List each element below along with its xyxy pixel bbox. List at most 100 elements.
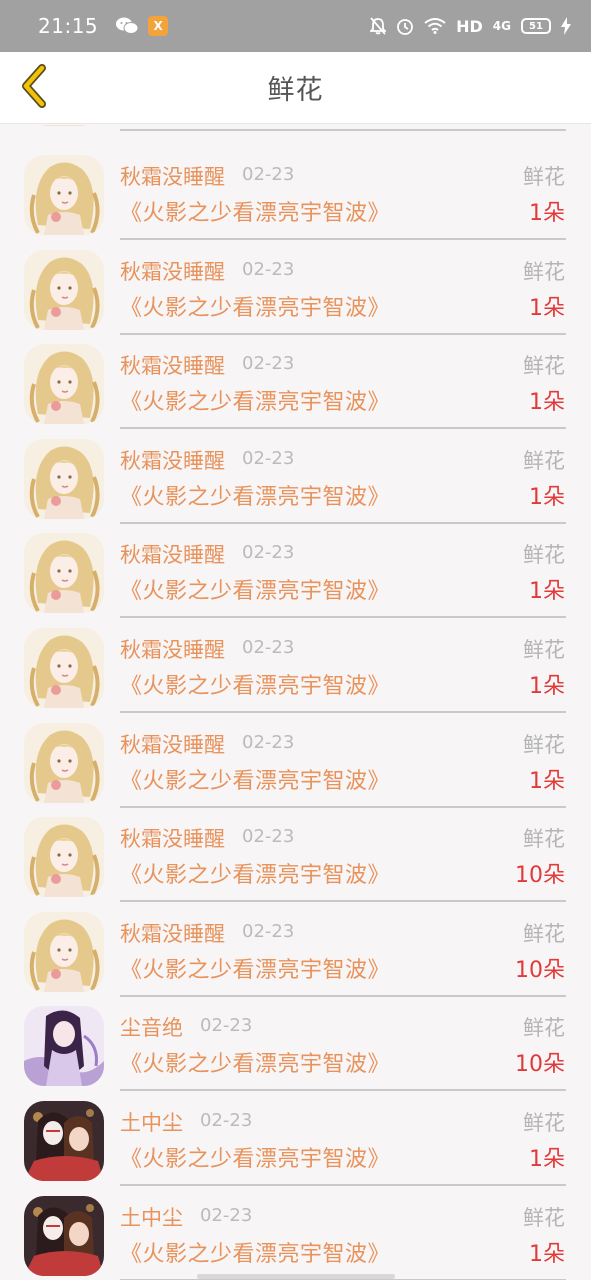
gift-count: 10朵	[515, 957, 565, 983]
record-date: 02-23	[242, 164, 295, 185]
blonde-girl-avatar[interactable]	[24, 722, 104, 803]
list-item[interactable]: 土中尘 02-23 《火影之少看漂亮宇智波》 鲜花 1朵	[0, 1091, 591, 1186]
gift-count: 1朵	[529, 674, 565, 699]
book-title[interactable]: 《火影之少看漂亮宇智波》	[120, 1046, 390, 1078]
row-divider	[120, 129, 566, 131]
flower-record-list[interactable]: 秋霜没睡醒 02-23 《火影之少看漂亮宇智波》 鲜花 1朵 秋霜没睡醒 02-23 《火影之…	[0, 125, 591, 1280]
gift-type-label: 鲜花	[523, 1205, 565, 1230]
list-item[interactable]: 秋霜没睡醒 02-23 《火影之少看漂亮宇智波》 鲜花 1朵	[0, 334, 591, 430]
book-title[interactable]: 《火影之少看漂亮宇智波》	[120, 195, 390, 227]
record-date: 02-23	[242, 353, 295, 375]
gift-count: 1朵	[529, 579, 565, 605]
gift-count: 1朵	[529, 201, 565, 226]
book-title[interactable]: 《火影之少看漂亮宇智波》	[120, 857, 390, 889]
charging-icon	[561, 17, 571, 35]
gift-type-label: 鲜花	[523, 732, 565, 757]
blonde-girl-avatar[interactable]	[24, 344, 104, 425]
book-title[interactable]: 《火影之少看漂亮宇智波》	[120, 668, 390, 700]
masked-couple-avatar[interactable]	[24, 1195, 104, 1276]
gift-type-label: 鲜花	[523, 1016, 565, 1041]
gift-type-label: 鲜花	[523, 354, 565, 379]
list-item[interactable]: 秋霜没睡醒 02-23 《火影之少看漂亮宇智波》 鲜花 1朵	[0, 145, 591, 240]
blonde-girl-avatar[interactable]	[24, 155, 104, 235]
back-button[interactable]	[12, 64, 56, 112]
status-bar: 21:15 X HD 4G 51	[0, 0, 591, 52]
purple-girl-avatar[interactable]	[24, 1006, 104, 1087]
record-date: 02-23	[200, 1110, 253, 1131]
masked-couple-avatar[interactable]	[24, 1101, 104, 1181]
list-item[interactable]: 秋霜没睡醒 02-23 《火影之少看漂亮宇智波》 鲜花 1朵	[0, 523, 591, 619]
page-title: 鲜花	[267, 75, 324, 106]
gift-count: 10朵	[515, 1052, 565, 1078]
list-item[interactable]: 秋霜没睡醒 02-23 《火影之少看漂亮宇智波》 鲜花 1朵	[0, 240, 591, 335]
gift-count: 1朵	[529, 1147, 565, 1172]
sender-name[interactable]: 秋霜没睡醒	[120, 918, 225, 948]
blonde-girl-avatar[interactable]	[24, 249, 104, 330]
record-date: 02-23	[242, 447, 295, 469]
list-item[interactable]: 秋霜没睡醒 02-23 《火影之少看漂亮宇智波》 鲜花 1朵	[0, 618, 591, 713]
book-title[interactable]: 《火影之少看漂亮宇智波》	[120, 952, 390, 984]
gift-type-label: 鲜花	[523, 165, 565, 189]
blonde-girl-avatar[interactable]	[24, 911, 104, 992]
sender-name[interactable]: 尘音绝	[120, 1012, 183, 1042]
bell-muted-icon	[370, 17, 387, 35]
sender-name[interactable]: 秋霜没睡醒	[120, 445, 225, 475]
sender-name[interactable]: 秋霜没睡醒	[120, 634, 225, 664]
list-item[interactable]: 秋霜没睡醒 02-23 《火影之少看漂亮宇智波》 鲜花 10朵	[0, 902, 591, 997]
record-date: 02-23	[242, 920, 295, 942]
battery-level: 51	[529, 20, 543, 32]
list-item-partial	[0, 125, 591, 131]
book-title[interactable]: 《火影之少看漂亮宇智波》	[120, 290, 390, 322]
blonde-girl-avatar[interactable]	[24, 438, 104, 519]
sender-name[interactable]: 秋霜没睡醒	[120, 161, 225, 191]
book-title[interactable]: 《火影之少看漂亮宇智波》	[120, 1236, 390, 1268]
list-item[interactable]: 秋霜没睡醒 02-23 《火影之少看漂亮宇智波》 鲜花 10朵	[0, 807, 591, 903]
sender-name[interactable]: 秋霜没睡醒	[120, 256, 225, 286]
record-date: 02-23	[200, 1015, 253, 1037]
sender-name[interactable]: 秋霜没睡醒	[120, 729, 225, 759]
record-date: 02-23	[242, 542, 295, 564]
hd-indicator: HD	[456, 16, 483, 36]
avatar	[24, 125, 104, 126]
record-date: 02-23	[242, 826, 295, 848]
title-bar: 鲜花	[0, 52, 591, 124]
status-right-icons: HD 4G 51	[370, 17, 571, 36]
gift-count: 1朵	[529, 1241, 565, 1267]
list-item[interactable]: 秋霜没睡醒 02-23 《火影之少看漂亮宇智波》 鲜花 1朵	[0, 713, 591, 808]
list-item[interactable]: 秋霜没睡醒 02-23 《火影之少看漂亮宇智波》 鲜花 1朵	[0, 429, 591, 524]
blonde-girl-avatar[interactable]	[24, 628, 104, 708]
chevron-left-icon	[18, 64, 50, 112]
gift-count: 1朵	[529, 295, 565, 321]
book-title[interactable]: 《火影之少看漂亮宇智波》	[120, 763, 390, 795]
gift-type-label: 鲜花	[523, 638, 565, 662]
book-title[interactable]: 《火影之少看漂亮宇智波》	[120, 573, 390, 605]
book-title[interactable]: 《火影之少看漂亮宇智波》	[120, 479, 390, 511]
sender-name[interactable]: 秋霜没睡醒	[120, 823, 225, 853]
book-title[interactable]: 《火影之少看漂亮宇智波》	[120, 1141, 390, 1173]
record-date: 02-23	[200, 1204, 253, 1226]
battery-icon: 51	[521, 18, 551, 34]
status-time: 21:15	[38, 14, 99, 38]
wifi-icon	[424, 18, 446, 34]
sender-name[interactable]: 秋霜没睡醒	[120, 350, 225, 380]
record-date: 02-23	[242, 258, 295, 280]
network-indicator: 4G	[492, 19, 511, 33]
blonde-girl-avatar[interactable]	[24, 533, 104, 614]
gift-type-label: 鲜花	[523, 827, 565, 852]
home-indicator	[197, 1274, 395, 1279]
list-item[interactable]: 土中尘 02-23 《火影之少看漂亮宇智波》 鲜花 1朵	[0, 1186, 591, 1280]
gift-type-label: 鲜花	[523, 921, 565, 946]
blonde-girl-avatar[interactable]	[24, 817, 104, 898]
sender-name[interactable]: 秋霜没睡醒	[120, 539, 225, 569]
gift-count: 10朵	[515, 863, 565, 889]
gift-count: 1朵	[529, 484, 565, 510]
wechat-icon	[116, 17, 139, 35]
alarm-icon	[396, 17, 414, 35]
record-date: 02-23	[242, 637, 295, 658]
sender-name[interactable]: 土中尘	[120, 1107, 183, 1137]
list-item[interactable]: 尘音绝 02-23 《火影之少看漂亮宇智波》 鲜花 10朵	[0, 996, 591, 1092]
sender-name[interactable]: 土中尘	[120, 1202, 183, 1232]
book-title[interactable]: 《火影之少看漂亮宇智波》	[120, 384, 390, 416]
status-left-icons: X	[116, 16, 169, 36]
gift-type-label: 鲜花	[523, 259, 565, 284]
